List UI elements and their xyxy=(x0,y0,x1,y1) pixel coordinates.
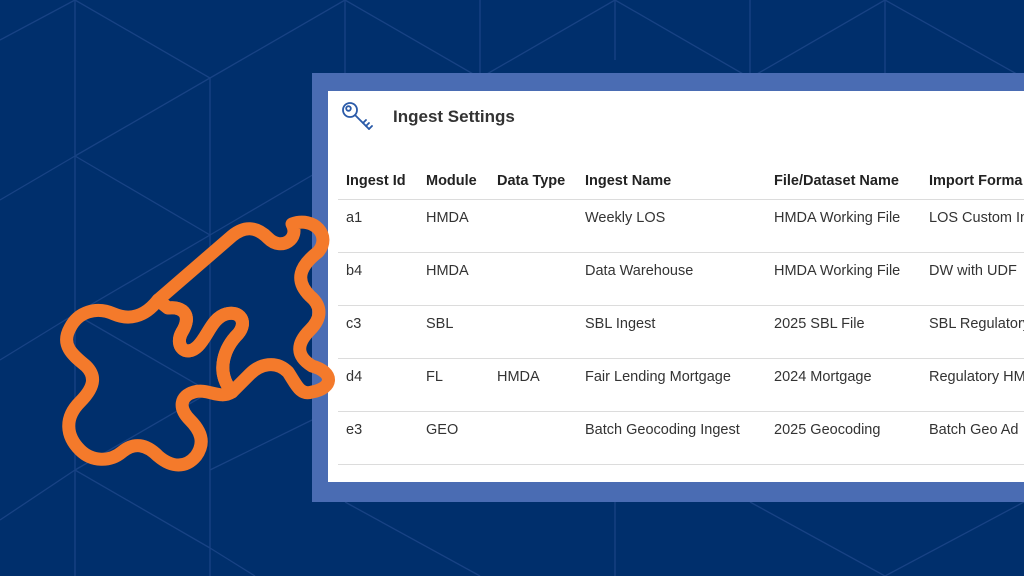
cell-ingest-id: c3 xyxy=(338,305,418,359)
cell-ingest-name: Weekly LOS xyxy=(577,199,766,253)
table-row[interactable]: b4 HMDA Data Warehouse HMDA Working File… xyxy=(338,252,1024,306)
cell-data-type xyxy=(489,252,577,306)
cell-data-type xyxy=(489,199,577,253)
column-header-data-type[interactable]: Data Type xyxy=(489,163,577,200)
cell-import-format: Batch Geo Ad xyxy=(921,411,1024,465)
column-header-file-dataset-name[interactable]: File/Dataset Name xyxy=(766,163,921,200)
cell-import-format: DW with UDF xyxy=(921,252,1024,306)
cell-ingest-name: Batch Geocoding Ingest xyxy=(577,411,766,465)
column-header-ingest-id[interactable]: Ingest Id xyxy=(338,163,418,200)
cell-module: GEO xyxy=(418,411,489,465)
cell-ingest-name: SBL Ingest xyxy=(577,305,766,359)
cell-file-dataset-name: HMDA Working File xyxy=(766,252,921,306)
table-header-row: Ingest Id Module Data Type Ingest Name F… xyxy=(338,163,1024,200)
table-row[interactable]: d4 FL HMDA Fair Lending Mortgage 2024 Mo… xyxy=(338,358,1024,412)
cell-ingest-id: b4 xyxy=(338,252,418,306)
cell-import-format: SBL Regulatory xyxy=(921,305,1024,359)
cell-module: HMDA xyxy=(418,199,489,253)
cell-module: SBL xyxy=(418,305,489,359)
column-header-ingest-name[interactable]: Ingest Name xyxy=(577,163,766,200)
cell-ingest-id: e3 xyxy=(338,411,418,465)
ingest-settings-panel: Ingest Settings Ingest Id Module Data Ty… xyxy=(328,91,1024,482)
page-title: Ingest Settings xyxy=(393,107,515,126)
cell-file-dataset-name: 2025 Geocoding xyxy=(766,411,921,465)
cell-data-type: HMDA xyxy=(489,358,577,412)
column-header-module[interactable]: Module xyxy=(418,163,489,200)
column-header-import-format[interactable]: Import Forma xyxy=(921,163,1024,200)
cell-ingest-id: d4 xyxy=(338,358,418,412)
cell-ingest-id: a1 xyxy=(338,199,418,253)
table-row[interactable]: e3 GEO Batch Geocoding Ingest 2025 Geoco… xyxy=(338,411,1024,465)
cell-module: FL xyxy=(418,358,489,412)
cell-file-dataset-name: 2025 SBL File xyxy=(766,305,921,359)
cell-file-dataset-name: HMDA Working File xyxy=(766,199,921,253)
cell-import-format: Regulatory HM xyxy=(921,358,1024,412)
cell-ingest-name: Data Warehouse xyxy=(577,252,766,306)
cell-data-type xyxy=(489,305,577,359)
table-row[interactable]: c3 SBL SBL Ingest 2025 SBL File SBL Regu… xyxy=(338,305,1024,359)
ingest-table: Ingest Id Module Data Type Ingest Name F… xyxy=(338,163,1024,465)
cell-module: HMDA xyxy=(418,252,489,306)
panel-header: Ingest Settings xyxy=(328,91,1024,147)
table-row[interactable]: a1 HMDA Weekly LOS HMDA Working File LOS… xyxy=(338,199,1024,253)
cell-import-format: LOS Custom In xyxy=(921,199,1024,253)
cell-file-dataset-name: 2024 Mortgage xyxy=(766,358,921,412)
key-icon xyxy=(341,101,375,135)
cell-ingest-name: Fair Lending Mortgage xyxy=(577,358,766,412)
cell-data-type xyxy=(489,411,577,465)
